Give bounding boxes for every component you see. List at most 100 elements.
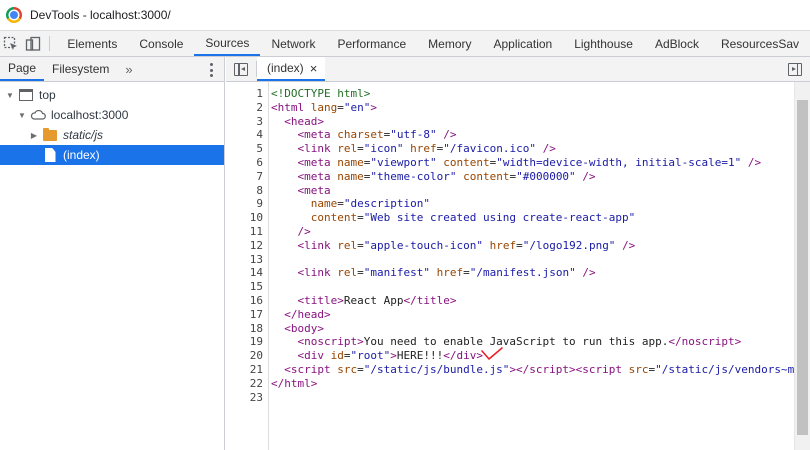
tab-resources-saver[interactable]: ResourcesSav [710,31,810,56]
tree-item-label: top [39,88,56,102]
code-line: 12 <link rel="apple-touch-icon" href="/l… [226,239,794,253]
scrollbar-thumb[interactable] [797,100,808,435]
line-number: 5 [256,142,263,156]
code-text: <html lang="en"> [271,100,377,114]
toggle-debugger-button[interactable] [780,57,810,81]
tab-performance[interactable]: Performance [326,31,417,56]
chrome-logo-icon [6,7,22,23]
tab-console[interactable]: Console [128,31,194,56]
code-text: <meta [297,183,331,197]
tab-memory[interactable]: Memory [417,31,482,56]
file-icon [42,148,58,162]
tab-elements[interactable]: Elements [56,31,128,56]
code-line: 4 <meta charset="utf-8" /> [226,128,794,142]
editor-file-tab[interactable]: (index) × [257,57,326,81]
editor-scrollbar[interactable] [794,82,810,450]
code-line: 10 content="Web site created using creat… [226,211,794,225]
line-number: 9 [256,197,263,211]
line-number: 16 [249,293,263,307]
code-line: 5 <link rel="icon" href="/favicon.ico" /… [226,142,794,156]
tab-lighthouse[interactable]: Lighthouse [563,31,644,56]
navigator-tab-filesystem[interactable]: Filesystem [44,57,117,81]
kebab-menu-icon[interactable] [210,63,214,77]
tree-item-label: (index) [63,148,100,162]
tree-item-file[interactable]: (index) [0,145,224,165]
navigator-tab-page[interactable]: Page [0,57,45,81]
sources-navigator: Page Filesystem » ▼ top ▼ localhost:3000… [0,57,225,450]
tab-sources[interactable]: Sources [194,31,261,56]
code-text: <script src="/static/js/bundle.js"></scr… [284,362,794,376]
code-text: </html> [271,376,318,390]
expand-arrow-icon[interactable]: ▼ [4,91,16,100]
code-text: <link rel="icon" href="/favicon.ico" /> [297,142,556,156]
code-line: 6 <meta name="viewport" content="width=d… [226,156,794,170]
line-number: 11 [249,224,263,238]
editor-tabbar: (index) × [226,57,810,82]
line-number: 20 [249,349,263,363]
line-number: 3 [256,114,263,128]
code-line: 1 <!DOCTYPE html> [226,87,794,101]
code-line: 17 </head> [226,308,794,322]
code-line: 16 <title>React App</title> [226,294,794,308]
toggle-navigator-button[interactable] [226,57,256,81]
folder-icon [42,127,58,142]
line-number: 19 [249,335,263,349]
code-line: 19 <noscript>You need to enable JavaScri… [226,335,794,349]
tree-item-top[interactable]: ▼ top [0,85,224,105]
red-checkmark-annotation [481,347,503,360]
code-line: 22 </html> [226,377,794,391]
more-tabs-icon[interactable]: » [117,57,140,81]
code-text: <link rel="manifest" href="/manifest.jso… [297,266,596,280]
expand-arrow-icon[interactable]: ▼ [16,111,28,120]
code-text: <div id="root">HERE!!!</div> [297,349,483,363]
collapse-arrow-icon[interactable]: ▶ [28,131,40,140]
code-text: <meta name="theme-color" content="#00000… [297,169,596,183]
code-text: <body> [284,321,324,335]
code-line: 2 <html lang="en"> [226,101,794,115]
line-number: 13 [249,252,263,266]
code-line: 23 [226,391,794,405]
code-line: 8 <meta [226,184,794,198]
code-line: 3 <head> [226,115,794,129]
tab-adblock[interactable]: AdBlock [644,31,710,56]
code-lines: 1 <!DOCTYPE html> 2 <html lang="en"> 3 <he… [226,87,794,404]
line-number: 12 [249,238,263,252]
code-line: 13 [226,253,794,267]
code-text: <!DOCTYPE html> [271,87,371,100]
tree-item-folder[interactable]: ▶ static/js [0,125,224,145]
file-tab-label: (index) [267,61,304,75]
line-number: 21 [249,362,263,376]
inspect-element-icon[interactable] [0,31,22,56]
code-line: 15 [226,280,794,294]
line-number: 4 [256,128,263,142]
line-number: 6 [256,155,263,169]
frame-icon [18,88,34,102]
close-tab-icon[interactable]: × [310,61,318,76]
window-title: DevTools - localhost:3000/ [30,8,171,22]
line-number: 2 [256,100,263,114]
line-number: 15 [249,280,263,294]
line-number: 10 [249,211,263,225]
code-editor[interactable]: 1 <!DOCTYPE html> 2 <html lang="en"> 3 <he… [226,82,794,450]
tab-network[interactable]: Network [260,31,326,56]
tree-item-label: localhost:3000 [51,108,129,122]
code-line: 20 <div id="root">HERE!!!</div> [226,349,794,363]
code-text: name="description" [310,197,430,211]
code-text: /> [297,224,311,238]
sidebar-left-icon [234,62,248,76]
code-line: 9 name="description" [226,197,794,211]
line-number: 18 [249,321,263,335]
toolbar-separator [49,36,51,51]
tree-item-origin[interactable]: ▼ localhost:3000 [0,105,224,125]
code-line: 21 <script src="/static/js/bundle.js"></… [226,363,794,377]
code-text: <head> [284,114,324,128]
code-text: content="Web site created using create-r… [310,211,636,225]
code-line: 7 <meta name="theme-color" content="#000… [226,170,794,184]
tab-application[interactable]: Application [483,31,564,56]
device-toolbar-icon[interactable] [22,31,44,56]
code-text: <meta name="viewport" content="width=dev… [297,155,762,169]
code-text: </head> [284,307,331,321]
